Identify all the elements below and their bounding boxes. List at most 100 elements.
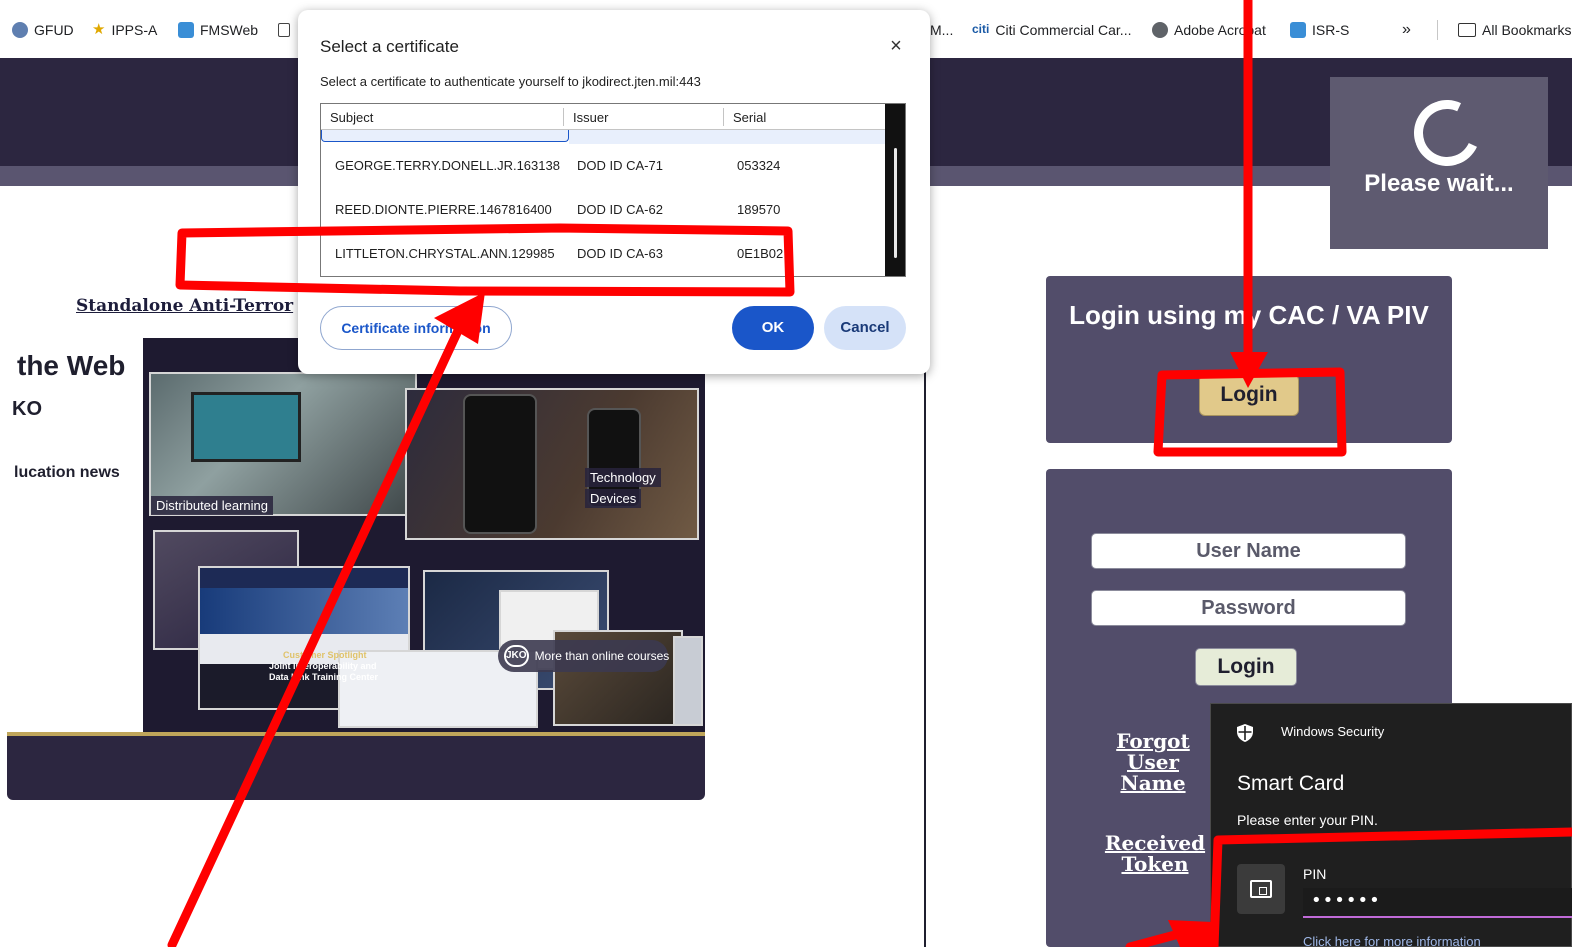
standalone-anti-terror-link[interactable]: Standalone Anti-Terror bbox=[76, 296, 293, 316]
bookmarks-divider bbox=[1437, 20, 1438, 40]
bookmark-label: Citi Commercial Car... bbox=[995, 22, 1132, 38]
page-subheading: KO bbox=[12, 398, 42, 420]
fmsweb-icon bbox=[1290, 22, 1306, 38]
column-divider bbox=[563, 108, 564, 126]
chevron-double-right-icon: » bbox=[1402, 21, 1411, 38]
pin-label: PIN bbox=[1303, 866, 1327, 882]
jko-collage-image: Distributed learning Technology Devices … bbox=[143, 338, 705, 732]
jko-logo: JKO bbox=[504, 645, 529, 667]
cert-subject: GEORGE.TERRY.DONELL.JR.163138 bbox=[335, 158, 560, 173]
globe-icon bbox=[12, 22, 28, 38]
screenshot-root: GFUD ★ IPPS-A FMSWeb M... citi Citi Comm… bbox=[0, 0, 1572, 947]
cert-subject: LITTLETON.CHRYSTAL.ANN.129985 bbox=[335, 246, 555, 261]
username-field[interactable]: User Name bbox=[1091, 533, 1406, 569]
website-banner bbox=[200, 588, 408, 634]
bookmark-truncated[interactable]: M... bbox=[930, 20, 953, 40]
column-divider bbox=[723, 108, 724, 126]
bookmark-gfud[interactable]: GFUD bbox=[12, 20, 74, 40]
cert-serial: 189570 bbox=[737, 202, 781, 217]
bookmark-label: GFUD bbox=[34, 22, 74, 38]
column-header-subject[interactable]: Subject bbox=[330, 110, 373, 125]
windows-security-dialog: Windows Security Smart Card Please enter… bbox=[1210, 703, 1572, 947]
ok-button[interactable]: OK bbox=[732, 306, 814, 350]
folder-icon bbox=[1458, 23, 1476, 37]
bookmarks-overflow-button[interactable]: » bbox=[1402, 20, 1411, 40]
bookmark-label: FMSWeb bbox=[200, 22, 259, 38]
cancel-button[interactable]: Cancel bbox=[824, 306, 906, 350]
collage-tile-sidebar bbox=[673, 636, 703, 726]
cert-issuer: DOD ID CA-63 bbox=[577, 246, 663, 261]
cac-login-button[interactable]: Login bbox=[1199, 374, 1299, 416]
selected-row-band bbox=[569, 130, 885, 144]
card-outline bbox=[1250, 880, 1272, 898]
table-row[interactable]: GEORGE.TERRY.DONELL.JR.163138 DOD ID CA-… bbox=[321, 144, 885, 188]
bookmark-label: All Bookmarks bbox=[1482, 22, 1572, 38]
page-heading: the Web bbox=[17, 350, 126, 381]
password-field[interactable]: Password bbox=[1091, 590, 1406, 626]
bookmark-citi[interactable]: citi Citi Commercial Car... bbox=[972, 20, 1131, 40]
caption-technology: Technology bbox=[585, 468, 661, 487]
close-icon[interactable]: × bbox=[884, 34, 908, 58]
table-scrollbar[interactable] bbox=[885, 104, 905, 276]
windows-security-app-name: Windows Security bbox=[1281, 724, 1385, 739]
globe-icon bbox=[1152, 22, 1168, 38]
website-navbar bbox=[200, 568, 408, 588]
collage-tile-laptop bbox=[149, 372, 417, 516]
please-wait-text: Please wait... bbox=[1364, 170, 1514, 197]
spotlight-title: Customer Spotlight bbox=[283, 650, 367, 660]
cert-issuer: DOD ID CA-71 bbox=[577, 158, 663, 173]
fmsweb-icon bbox=[178, 22, 194, 38]
table-row[interactable]: REED.DIONTE.PIERRE.1467816400 DOD ID CA-… bbox=[321, 188, 885, 232]
document-icon bbox=[278, 23, 290, 37]
cert-serial: 0E1B02 bbox=[737, 246, 783, 261]
tablet-shape bbox=[463, 394, 537, 534]
scrollbar-thumb[interactable] bbox=[894, 148, 897, 258]
shield-icon bbox=[1237, 724, 1253, 742]
card-chip bbox=[1259, 887, 1267, 895]
column-divider bbox=[924, 372, 926, 947]
bookmark-label: ISR-S bbox=[1312, 22, 1350, 38]
cert-subject: REED.DIONTE.PIERRE.1467816400 bbox=[335, 202, 552, 217]
bookmark-document[interactable] bbox=[278, 20, 290, 40]
dialog-title: Select a certificate bbox=[320, 37, 459, 56]
pin-input[interactable]: •••••• bbox=[1303, 888, 1572, 918]
bookmark-fmsweb[interactable]: FMSWeb bbox=[178, 20, 258, 40]
bookmark-ipps-a[interactable]: ★ IPPS-A bbox=[92, 20, 157, 40]
certificate-information-button[interactable]: Certificate information bbox=[320, 306, 512, 350]
army-star-icon: ★ bbox=[92, 21, 106, 38]
cac-login-title: Login using my CAC / VA PIV bbox=[1069, 300, 1429, 330]
education-news-heading: lucation news bbox=[14, 464, 120, 481]
collage-tile-devices bbox=[405, 388, 699, 540]
received-token-link[interactable]: Received Token bbox=[1098, 833, 1212, 875]
selected-row-outline[interactable] bbox=[321, 130, 569, 142]
cert-serial: 053324 bbox=[737, 158, 781, 173]
bookmark-label: M... bbox=[930, 22, 954, 38]
bookmark-label: IPPS-A bbox=[111, 22, 158, 38]
smart-card-title: Smart Card bbox=[1237, 772, 1345, 795]
all-bookmarks-button[interactable]: All Bookmarks bbox=[1458, 20, 1571, 40]
table-header: Subject Issuer Serial bbox=[321, 104, 885, 130]
bookmark-adobe[interactable]: Adobe Acrobat bbox=[1152, 20, 1266, 40]
caption-devices: Devices bbox=[585, 489, 642, 508]
jko-tagline-pill: JKO More than online courses bbox=[498, 640, 670, 672]
jko-tagline: More than online courses bbox=[534, 649, 670, 663]
content-footer-strip bbox=[7, 732, 705, 800]
column-header-serial[interactable]: Serial bbox=[733, 110, 766, 125]
forgot-username-link[interactable]: Forgot User Name bbox=[1094, 731, 1212, 794]
select-certificate-dialog: Select a certificate × Select a certific… bbox=[298, 10, 930, 374]
more-information-link[interactable]: Click here for more information bbox=[1303, 934, 1481, 947]
caption-distributed-learning: Distributed learning bbox=[151, 496, 274, 515]
certificate-table: Subject Issuer Serial GEORGE.TERRY.DONEL… bbox=[320, 103, 906, 277]
dialog-description: Select a certificate to authenticate you… bbox=[320, 74, 701, 89]
table-row[interactable]: LITTLETON.CHRYSTAL.ANN.129985 DOD ID CA-… bbox=[321, 232, 885, 276]
cert-issuer: DOD ID CA-62 bbox=[577, 202, 663, 217]
username-login-button[interactable]: Login bbox=[1195, 648, 1297, 686]
bookmark-isr-s[interactable]: ISR-S bbox=[1290, 20, 1349, 40]
left-edge bbox=[0, 186, 7, 947]
pin-instruction: Please enter your PIN. bbox=[1237, 812, 1378, 828]
laptop-screen bbox=[191, 392, 301, 462]
spotlight-body: Joint Interoperability and Data Link Tra… bbox=[269, 661, 379, 682]
smart-card-icon bbox=[1237, 864, 1285, 914]
column-header-issuer[interactable]: Issuer bbox=[573, 110, 608, 125]
bookmark-label: Adobe Acrobat bbox=[1174, 22, 1266, 38]
